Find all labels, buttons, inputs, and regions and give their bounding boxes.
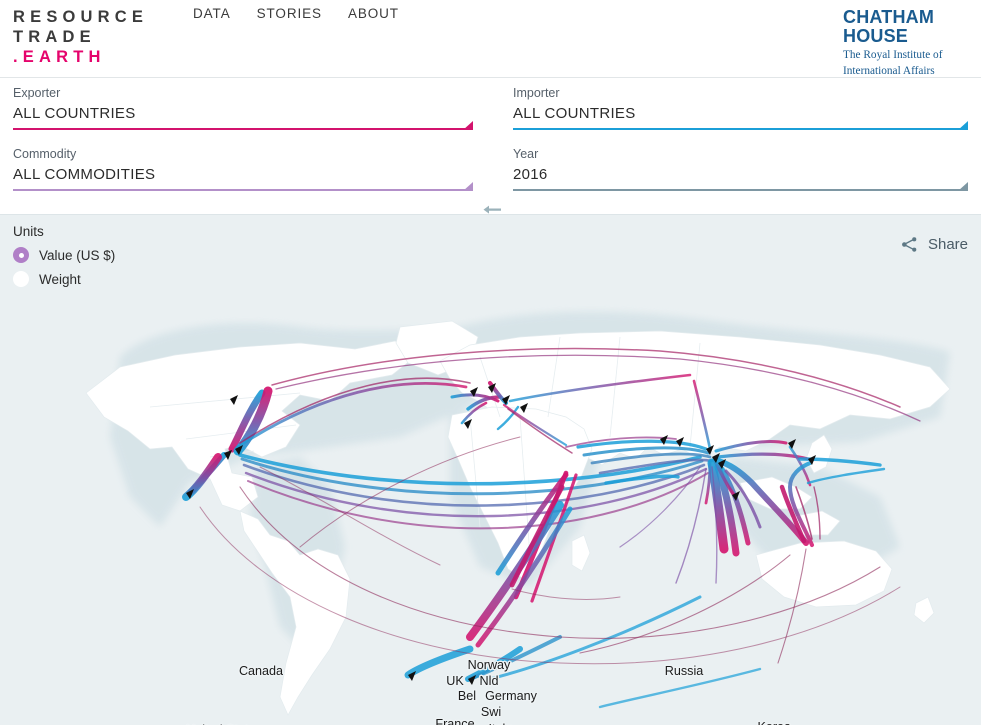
chatham-house-subtitle-line2: International Affairs: [843, 65, 967, 78]
logo-line-resource: RESOURCE: [13, 7, 148, 27]
commodity-underline: [13, 189, 473, 191]
year-label: Year: [513, 147, 968, 161]
nav-item-stories[interactable]: STORIES: [257, 6, 322, 21]
filter-panel: Exporter ALL COUNTRIES Importer ALL COUN…: [0, 78, 981, 214]
year-field[interactable]: Year 2016: [513, 147, 968, 191]
exporter-underline: [13, 128, 473, 130]
importer-field[interactable]: Importer ALL COUNTRIES: [513, 86, 968, 130]
importer-label: Importer: [513, 86, 968, 100]
importer-underline: [513, 128, 968, 130]
chatham-house-logo[interactable]: CHATHAM HOUSE The Royal Institute of Int…: [843, 8, 967, 78]
main-nav: DATA STORIES ABOUT: [193, 6, 399, 21]
site-header: RESOURCE TRADE .EARTH DATA STORIES ABOUT…: [0, 0, 981, 78]
commodity-value[interactable]: ALL COMMODITIES: [13, 165, 473, 189]
year-underline: [513, 189, 968, 191]
units-option-value-label: Value (US $): [39, 248, 115, 263]
world-map-svg: [0, 297, 981, 725]
share-label: Share: [928, 236, 968, 253]
radio-value-selected[interactable]: [13, 247, 29, 263]
exporter-value[interactable]: ALL COUNTRIES: [13, 104, 473, 128]
logo-line-earth: .EARTH: [13, 47, 148, 67]
chatham-house-subtitle-line1: The Royal Institute of: [843, 49, 967, 62]
nav-item-data[interactable]: DATA: [193, 6, 231, 21]
units-option-weight[interactable]: Weight: [13, 271, 81, 287]
exporter-label: Exporter: [13, 86, 473, 100]
units-bar: Units Value (US $) Weight Share: [0, 214, 981, 297]
commodity-label: Commodity: [13, 147, 473, 161]
importer-value[interactable]: ALL COUNTRIES: [513, 104, 968, 128]
commodity-field[interactable]: Commodity ALL COMMODITIES: [13, 147, 473, 191]
units-option-weight-label: Weight: [39, 272, 81, 287]
share-network-icon: [900, 235, 919, 254]
units-option-value[interactable]: Value (US $): [13, 247, 115, 263]
nav-item-about[interactable]: ABOUT: [348, 6, 399, 21]
page-root: RESOURCE TRADE .EARTH DATA STORIES ABOUT…: [0, 0, 981, 725]
chatham-house-line2: HOUSE: [843, 27, 967, 46]
logo-line-trade: TRADE: [13, 27, 148, 47]
year-value[interactable]: 2016: [513, 165, 968, 189]
units-title: Units: [13, 224, 44, 239]
share-button[interactable]: Share: [900, 235, 968, 254]
radio-weight[interactable]: [13, 271, 29, 287]
exporter-field[interactable]: Exporter ALL COUNTRIES: [13, 86, 473, 130]
site-logo[interactable]: RESOURCE TRADE .EARTH: [13, 7, 148, 67]
chatham-house-line1: CHATHAM: [843, 8, 967, 27]
trade-flow-map[interactable]: Canada United States Mexico Venezuela Co…: [0, 297, 981, 725]
